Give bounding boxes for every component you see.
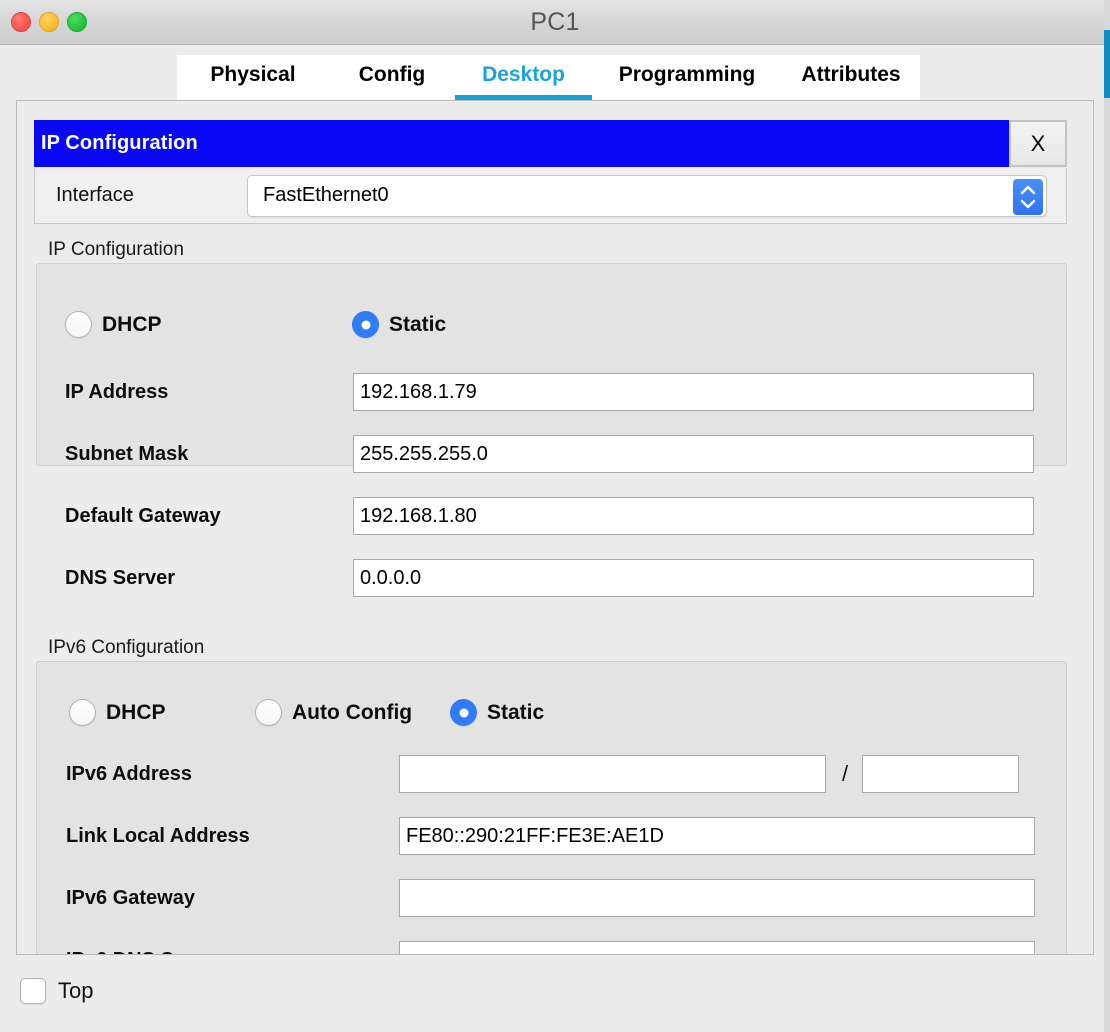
field-link-local-address-input[interactable]: FE80::290:21FF:FE3E:AE1D (399, 817, 1035, 855)
ipv6-mode-auto-config[interactable]: Auto Config (255, 699, 412, 726)
tab-programming[interactable]: Programming (592, 55, 782, 100)
field-dns-server: DNS Server 0.0.0.0 (65, 559, 1050, 597)
tab-bar: Physical Config Desktop Programming Attr… (177, 55, 920, 100)
field-subnet-mask: Subnet Mask 255.255.255.0 (65, 435, 1050, 473)
field-default-gateway-input[interactable]: 192.168.1.80 (353, 497, 1034, 535)
interface-label: Interface (35, 184, 247, 207)
field-ipv6-dns-server-input[interactable] (399, 941, 1035, 955)
ipv6-mode-auto-config-label: Auto Config (292, 701, 412, 725)
field-ip-address-input[interactable]: 192.168.1.79 (353, 373, 1034, 411)
chevron-up-down-icon[interactable] (1013, 179, 1043, 215)
interface-selected-value: FastEthernet0 (248, 184, 389, 207)
field-ipv6-gateway-label: IPv6 Gateway (66, 887, 399, 910)
field-default-gateway: Default Gateway 192.168.1.80 (65, 497, 1050, 535)
ipv6-mode-static-label: Static (487, 701, 544, 725)
field-ip-address: IP Address 192.168.1.79 (65, 373, 1050, 411)
radio-icon[interactable] (65, 311, 92, 338)
tab-programming-label: Programming (619, 63, 756, 87)
field-subnet-mask-input[interactable]: 255.255.255.0 (353, 435, 1034, 473)
field-ipv6-gateway: IPv6 Gateway (66, 879, 1051, 917)
dialog-close-button[interactable]: X (1009, 120, 1067, 167)
tab-physical-label: Physical (210, 63, 295, 87)
field-link-local-address: Link Local Address FE80::290:21FF:FE3E:A… (66, 817, 1051, 855)
tab-attributes-label: Attributes (801, 63, 900, 87)
field-ipv6-prefix-input[interactable] (862, 755, 1019, 793)
vertical-scrollbar-track[interactable] (1104, 0, 1110, 1032)
field-ipv6-address-label: IPv6 Address (66, 763, 399, 786)
ipv4-group-title: IP Configuration (48, 239, 184, 261)
top-checkbox-label: Top (58, 978, 93, 1004)
field-dns-server-input[interactable]: 0.0.0.0 (353, 559, 1034, 597)
ip-configuration-dialog-header: IP Configuration X (34, 120, 1067, 167)
tab-desktop-label: Desktop (482, 63, 565, 87)
tab-attributes[interactable]: Attributes (782, 55, 920, 100)
field-ipv6-address: IPv6 Address / (66, 755, 1051, 793)
interface-select[interactable]: FastEthernet0 (247, 175, 1047, 217)
ipv4-mode-dhcp[interactable]: DHCP (65, 311, 162, 338)
radio-icon[interactable] (69, 699, 96, 726)
interface-row: Interface FastEthernet0 (34, 168, 1067, 224)
tab-config-label: Config (359, 63, 425, 87)
window-titlebar: PC1 (0, 0, 1110, 45)
window-title: PC1 (0, 0, 1110, 45)
field-subnet-mask-label: Subnet Mask (65, 443, 353, 466)
ipv4-mode-dhcp-label: DHCP (102, 313, 162, 337)
field-dns-server-label: DNS Server (65, 567, 353, 590)
tab-physical[interactable]: Physical (177, 55, 329, 100)
field-default-gateway-label: Default Gateway (65, 505, 353, 528)
radio-selected-icon[interactable] (450, 699, 477, 726)
vertical-scrollbar-thumb[interactable] (1104, 30, 1110, 98)
ipv4-mode-static[interactable]: Static (352, 311, 446, 338)
field-ip-address-label: IP Address (65, 381, 353, 404)
ipv6-group-title: IPv6 Configuration (48, 637, 204, 659)
tab-config[interactable]: Config (329, 55, 455, 100)
field-ipv6-dns-server: IPv6 DNS Server (66, 941, 1051, 955)
ipv6-mode-static[interactable]: Static (450, 699, 544, 726)
field-ipv6-address-input[interactable] (399, 755, 826, 793)
ipv6-mode-dhcp[interactable]: DHCP (69, 699, 166, 726)
ipv4-mode-static-label: Static (389, 313, 446, 337)
field-ipv6-dns-server-label: IPv6 DNS Server (66, 949, 399, 956)
dialog-title: IP Configuration (34, 120, 1009, 167)
field-link-local-address-label: Link Local Address (66, 825, 399, 848)
ipv6-mode-dhcp-label: DHCP (106, 701, 166, 725)
field-ipv6-gateway-input[interactable] (399, 879, 1035, 917)
ipv6-prefix-separator: / (842, 761, 848, 787)
desktop-panel: IP Configuration X Interface FastEtherne… (16, 100, 1094, 955)
radio-icon[interactable] (255, 699, 282, 726)
tab-desktop[interactable]: Desktop (455, 55, 592, 100)
radio-selected-icon[interactable] (352, 311, 379, 338)
checkbox-icon[interactable] (20, 978, 46, 1004)
top-checkbox-row[interactable]: Top (20, 978, 93, 1004)
